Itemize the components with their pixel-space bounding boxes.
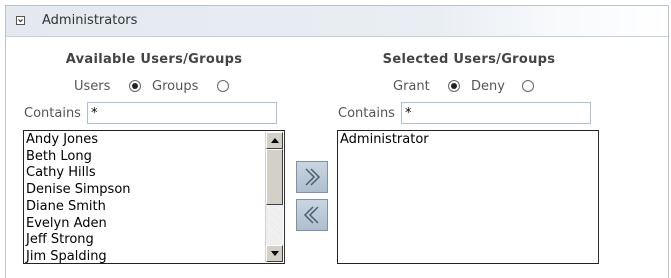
list-item[interactable]: Jeff Strong [26, 232, 264, 249]
list-item[interactable]: Denise Simpson [26, 182, 264, 199]
selected-contains-label: Contains [338, 106, 395, 121]
groups-radio[interactable] [217, 80, 229, 92]
remove-selected-button[interactable] [296, 199, 328, 231]
collapse-icon[interactable] [16, 16, 25, 25]
deny-radio[interactable] [522, 80, 534, 92]
deny-radio-label: Deny [471, 79, 505, 94]
list-item[interactable]: Diane Smith [26, 199, 264, 216]
selected-items: Administrator [340, 132, 578, 149]
selected-listbox[interactable]: Administrator [337, 130, 599, 264]
scroll-thumb[interactable] [266, 149, 283, 205]
panel-header[interactable]: Administrators [6, 6, 668, 37]
list-item[interactable]: Jim Spalding [26, 249, 264, 263]
users-radio-label: Users [74, 79, 111, 94]
available-contains-label: Contains [24, 106, 81, 121]
list-item[interactable]: Andy Jones [26, 132, 264, 149]
add-selected-button[interactable] [296, 161, 328, 193]
arrow-down-icon [271, 251, 279, 256]
list-item[interactable]: Administrator [340, 132, 578, 149]
scroll-up-button[interactable] [266, 132, 283, 149]
available-items: Andy Jones Beth Long Cathy Hills Denise … [26, 132, 264, 263]
available-contains-input[interactable] [87, 102, 277, 124]
grant-radio[interactable] [448, 80, 460, 92]
double-chevron-right-icon [305, 168, 321, 186]
available-scrollbar[interactable] [265, 132, 283, 262]
selected-contains-input[interactable] [401, 102, 591, 124]
scroll-down-button[interactable] [266, 245, 283, 262]
panel-title: Administrators [42, 13, 138, 28]
users-radio[interactable] [129, 80, 141, 92]
selected-title: Selected Users/Groups [382, 52, 556, 67]
list-item[interactable]: Cathy Hills [26, 165, 264, 182]
available-title: Available Users/Groups [65, 52, 243, 67]
grant-radio-label: Grant [393, 79, 430, 94]
groups-radio-label: Groups [152, 79, 199, 94]
list-item[interactable]: Evelyn Aden [26, 216, 264, 233]
arrow-up-icon [271, 138, 279, 143]
list-item[interactable]: Beth Long [26, 149, 264, 166]
available-listbox[interactable]: Andy Jones Beth Long Cathy Hills Denise … [23, 130, 285, 264]
double-chevron-left-icon [303, 206, 319, 224]
